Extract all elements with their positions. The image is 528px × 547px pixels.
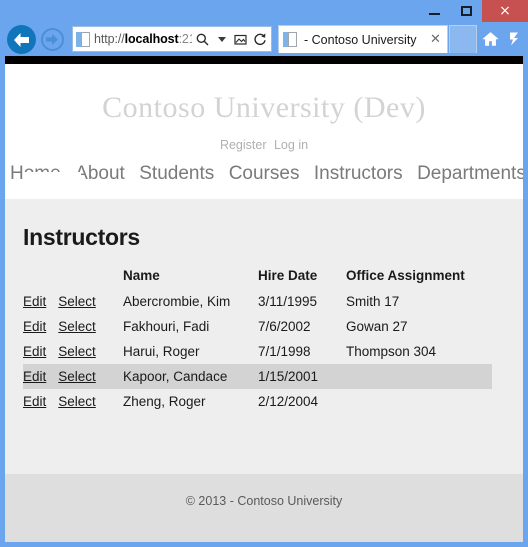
login-link[interactable]: Log in	[274, 138, 308, 152]
cell-hire-date: 1/15/2001	[258, 364, 346, 389]
cell-hire-date: 7/6/2002	[258, 319, 311, 334]
forward-button[interactable]	[41, 28, 64, 51]
cell-office: Gowan 27	[346, 319, 408, 334]
page-content: Instructors Name Hire Date Office Assign…	[5, 199, 523, 459]
maximize-button[interactable]	[450, 0, 482, 22]
cell-hire-date: 3/11/1995	[258, 294, 318, 309]
tab-close-icon[interactable]: ✕	[428, 32, 443, 47]
browser-toolbar: http://localhost:214	[0, 22, 528, 56]
column-header-office-assignment: Office Assignment	[346, 268, 465, 283]
cell-name: Abercrombie, Kim	[123, 294, 231, 309]
close-button[interactable]: ×	[482, 0, 528, 22]
table-header: Name Hire Date Office Assignment	[23, 265, 492, 289]
page-icon	[76, 31, 90, 47]
cell-office: Smith 17	[346, 294, 400, 309]
select-link[interactable]: Select	[58, 394, 96, 409]
select-link[interactable]: Select	[58, 294, 96, 309]
cell-hire-date: 2/12/2004	[258, 394, 319, 409]
site-brand[interactable]: Contoso University (Dev)	[5, 91, 523, 125]
row-actions: Edit Select	[23, 314, 123, 339]
tab-title: - Contoso University	[304, 32, 417, 47]
main-navigation: Home About Students Courses Instructors …	[5, 163, 523, 185]
back-arrow-icon	[14, 32, 29, 47]
minimize-button[interactable]	[418, 0, 450, 22]
browser-tab[interactable]: - Contoso University ✕	[278, 25, 448, 53]
nav-item-departments[interactable]: Departments	[417, 163, 523, 184]
home-icon[interactable]	[478, 27, 502, 51]
cell-office	[346, 389, 492, 414]
nav-item-students[interactable]: Students	[139, 163, 214, 184]
site-footer: © 2013 - Contoso University	[5, 474, 523, 542]
close-icon: ×	[499, 3, 511, 19]
cell-office: Thompson 304	[346, 344, 437, 359]
back-button[interactable]	[7, 25, 36, 54]
select-link[interactable]: Select	[58, 369, 96, 384]
toolbar-right-icons	[478, 25, 528, 53]
minimize-icon	[428, 12, 440, 15]
nav-item-about[interactable]: About	[75, 163, 125, 184]
page-viewport: Contoso University (Dev) Register Log in…	[5, 64, 523, 542]
table-row-selected[interactable]: Edit Select Kapoor, Candace 1/15/2001	[23, 364, 492, 389]
edit-link[interactable]: Edit	[23, 369, 46, 384]
cell-hire-date: 7/1/1998	[258, 344, 311, 359]
forward-arrow-icon	[46, 34, 58, 45]
edit-link[interactable]: Edit	[23, 344, 46, 359]
new-tab-button[interactable]	[449, 25, 477, 53]
column-header-hire-date: Hire Date	[258, 268, 318, 283]
browser-window: × http://localhost:214	[0, 0, 528, 547]
table-row[interactable]: Edit Select Abercrombie, Kim 3/11/1995 Sm…	[23, 289, 492, 314]
window-titlebar: ×	[0, 0, 528, 22]
cell-name: Kapoor, Candace	[123, 364, 258, 389]
footer-copyright: © 2013 - Contoso University	[185, 494, 343, 508]
window-controls: ×	[418, 0, 528, 22]
row-actions: Edit Select	[23, 289, 123, 314]
refresh-icon[interactable]	[251, 29, 268, 49]
favorites-icon[interactable]	[503, 27, 527, 51]
cell-name: Fakhouri, Fadi	[123, 319, 210, 334]
column-header-actions	[23, 265, 123, 289]
table-row[interactable]: Edit Select Harui, Roger 7/1/1998 Thompso…	[23, 339, 492, 364]
address-bar-icons	[192, 29, 268, 49]
row-actions: Edit Select	[23, 364, 123, 389]
nav-item-courses[interactable]: Courses	[229, 163, 300, 184]
site-header: Contoso University (Dev) Register Log in…	[5, 64, 523, 226]
edit-link[interactable]: Edit	[23, 319, 46, 334]
page-title: Instructors	[23, 224, 140, 250]
url-port: :214	[178, 32, 192, 46]
url-protocol: http://	[94, 32, 125, 46]
table-header-row: Name Hire Date Office Assignment	[23, 265, 492, 289]
table-row[interactable]: Edit Select Zheng, Roger 2/12/2004	[23, 389, 492, 414]
address-bar[interactable]: http://localhost:214	[72, 26, 272, 52]
cell-name: Zheng, Roger	[123, 394, 206, 409]
compatibility-view-icon[interactable]	[232, 29, 249, 49]
row-actions: Edit Select	[23, 389, 123, 414]
register-link[interactable]: Register	[220, 138, 267, 152]
address-text: http://localhost:214	[94, 32, 192, 46]
tab-favicon	[283, 32, 297, 47]
cell-name: Harui, Roger	[123, 344, 200, 359]
auth-links: Register Log in	[5, 138, 523, 152]
search-icon[interactable]	[194, 29, 211, 49]
url-host: localhost	[124, 32, 179, 46]
column-header-name: Name	[123, 268, 160, 283]
edit-link[interactable]: Edit	[23, 394, 46, 409]
chevron-down-icon[interactable]	[213, 29, 230, 49]
maximize-icon	[460, 6, 472, 16]
select-link[interactable]: Select	[58, 319, 96, 334]
toolbar-separator	[5, 56, 523, 64]
nav-item-instructors[interactable]: Instructors	[314, 163, 403, 184]
select-link[interactable]: Select	[58, 344, 96, 359]
row-actions: Edit Select	[23, 339, 123, 364]
table-body: Edit Select Abercrombie, Kim 3/11/1995 Sm…	[23, 289, 492, 414]
edit-link[interactable]: Edit	[23, 294, 46, 309]
cell-office	[346, 364, 492, 389]
table-row[interactable]: Edit Select Fakhouri, Fadi 7/6/2002 Gowan…	[23, 314, 492, 339]
instructors-table: Name Hire Date Office Assignment Edit Sel…	[23, 265, 492, 414]
